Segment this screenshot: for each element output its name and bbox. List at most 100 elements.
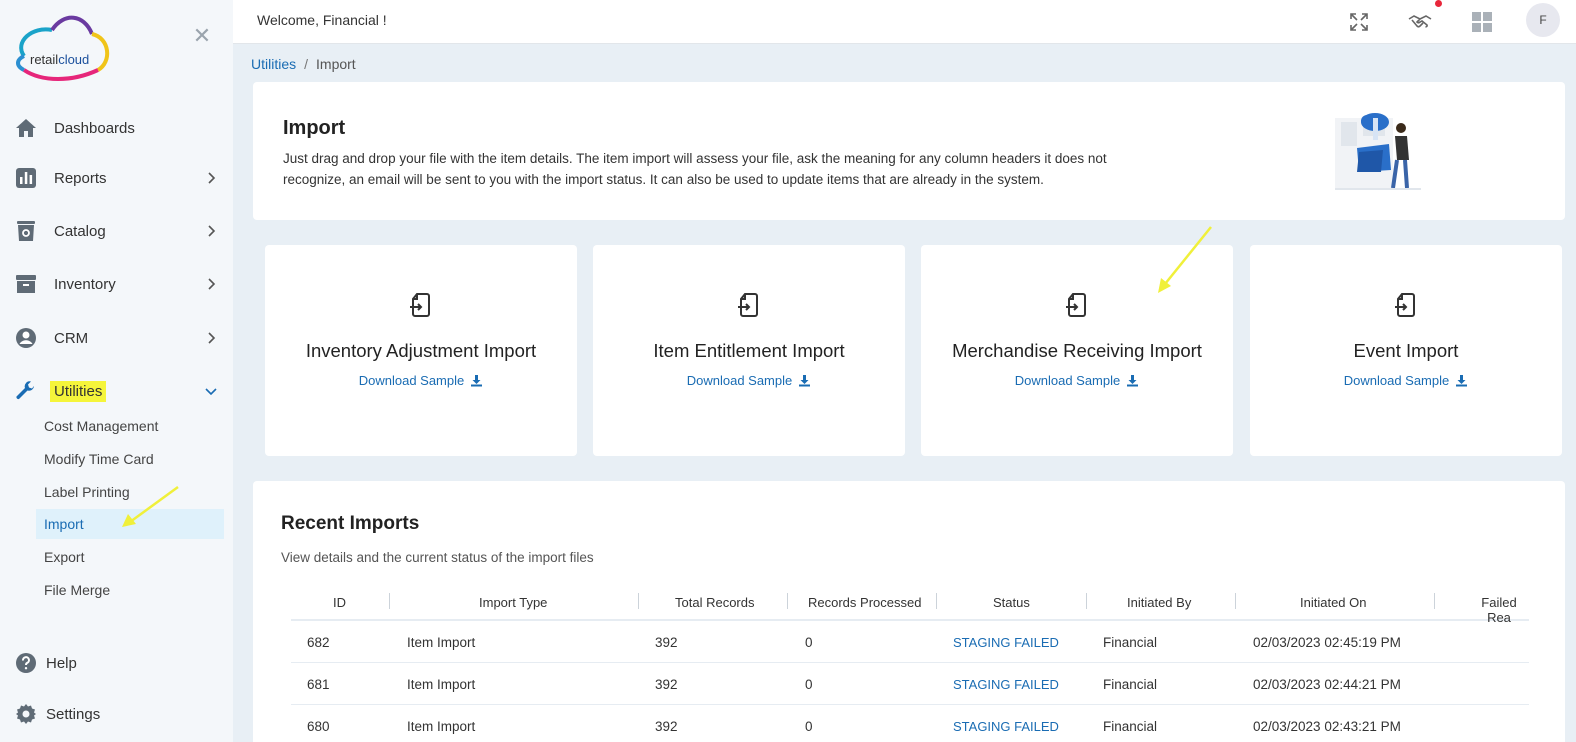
recent-imports-table: ID Import Type Total Records Records Pro… (291, 585, 1529, 742)
merchandise-receiving-import-card[interactable]: Merchandise Receiving Import Download Sa… (921, 245, 1233, 456)
cell-import-type: Item Import (407, 677, 476, 692)
download-sample-link[interactable]: Download Sample (1250, 373, 1562, 388)
sidebar-subitem-modify-time-card[interactable]: Modify Time Card (36, 444, 224, 474)
column-divider (1235, 593, 1236, 609)
cell-id: 681 (307, 677, 330, 692)
import-card-title: Event Import (1353, 340, 1459, 361)
sidebar-item-catalog[interactable]: Catalog (0, 211, 233, 251)
import-card-title: Inventory Adjustment Import (305, 340, 537, 361)
download-icon (799, 375, 811, 387)
chevron-right-icon (208, 278, 216, 290)
cell-records-processed: 0 (805, 635, 813, 650)
sidebar-subitem-import[interactable]: Import (36, 509, 224, 539)
sidebar-subitem-cost-management[interactable]: Cost Management (36, 411, 224, 441)
download-sample-link[interactable]: Download Sample (593, 373, 905, 388)
sidebar-subitem-label-printing[interactable]: Label Printing (36, 477, 224, 507)
welcome-text: Welcome, Financial ! (257, 12, 387, 28)
sidebar-item-settings[interactable]: Settings (0, 694, 233, 734)
download-icon (1127, 375, 1139, 387)
cell-records-processed: 0 (805, 719, 813, 734)
cell-initiated-by: Financial (1103, 719, 1158, 734)
notification-dot (1435, 0, 1442, 7)
help-icon (16, 653, 36, 673)
import-card-title: Merchandise Receiving Import (952, 340, 1202, 361)
column-divider (1434, 593, 1435, 609)
recent-imports-subtitle: View details and the current status of t… (281, 550, 594, 565)
import-card-title: Item Entitlement Import (653, 340, 845, 361)
cell-import-type: Item Import (407, 719, 476, 734)
file-import-icon (738, 293, 758, 317)
sidebar-item-label: Settings (46, 705, 101, 723)
sidebar-item-label: Catalog (54, 222, 106, 240)
column-header-status[interactable]: Status (993, 595, 1030, 610)
download-sample-link[interactable]: Download Sample (921, 373, 1233, 388)
sidebar-item-inventory[interactable]: Inventory (0, 264, 233, 304)
sidebar-item-help[interactable]: Help (0, 643, 233, 683)
page-description: Just drag and drop your file with the it… (283, 151, 1107, 187)
column-divider (1086, 593, 1087, 609)
user-avatar[interactable]: F (1526, 3, 1560, 37)
cell-id: 680 (307, 719, 330, 734)
sidebar-item-dashboards[interactable]: Dashboards (0, 108, 233, 148)
sidebar-item-reports[interactable]: Reports (0, 158, 233, 198)
catalog-icon (17, 221, 35, 241)
cell-initiated-on: 02/03/2023 02:44:21 PM (1253, 677, 1401, 692)
cell-status-link[interactable]: STAGING FAILED (953, 677, 1059, 692)
column-header-records-processed[interactable]: Records Processed (808, 595, 921, 610)
column-divider (936, 593, 937, 609)
item-entitlement-import-card[interactable]: Item Entitlement Import Download Sample (593, 245, 905, 456)
cell-total-records: 392 (655, 677, 678, 692)
column-header-initiated-on[interactable]: Initiated On (1300, 595, 1367, 610)
close-sidebar-icon[interactable]: ✕ (192, 25, 212, 47)
sidebar-item-label: Reports (54, 169, 107, 187)
sidebar-item-utilities[interactable]: Utilities (0, 371, 233, 411)
gear-icon (16, 704, 36, 724)
table-row[interactable]: 681 Item Import 392 0 STAGING FAILED Fin… (291, 663, 1529, 705)
retailcloud-logo[interactable]: retailcloud (12, 12, 114, 84)
file-import-icon (1066, 293, 1086, 317)
download-icon (471, 375, 483, 387)
table-row[interactable]: 680 Item Import 392 0 STAGING FAILED Fin… (291, 705, 1529, 742)
download-sample-link[interactable]: Download Sample (265, 373, 577, 388)
column-header-total-records[interactable]: Total Records (675, 595, 754, 610)
home-icon (16, 119, 36, 137)
sidebar-item-label: Dashboards (54, 119, 135, 137)
column-divider (638, 593, 639, 609)
fullscreen-icon[interactable] (1347, 10, 1371, 34)
cell-status-link[interactable]: STAGING FAILED (953, 719, 1059, 734)
event-import-card[interactable]: Event Import Download Sample (1250, 245, 1562, 456)
sidebar: retailcloud ✕ Dashboards Reports Catalog… (0, 0, 233, 742)
breadcrumb-utilities-link[interactable]: Utilities (251, 56, 296, 72)
cell-id: 682 (307, 635, 330, 650)
cell-initiated-on: 02/03/2023 02:45:19 PM (1253, 635, 1401, 650)
cell-initiated-by: Financial (1103, 677, 1158, 692)
sidebar-item-label: CRM (54, 329, 89, 347)
apps-grid-icon[interactable] (1470, 10, 1494, 34)
table-row[interactable]: 682 Item Import 392 0 STAGING FAILED Fin… (291, 621, 1529, 663)
handshake-icon[interactable] (1408, 10, 1432, 34)
column-header-id[interactable]: ID (333, 595, 346, 610)
chevron-right-icon (208, 332, 216, 344)
sidebar-item-crm[interactable]: CRM (0, 318, 233, 358)
app-root: retailcloud ✕ Dashboards Reports Catalog… (0, 0, 1576, 742)
bar-chart-icon (16, 168, 36, 188)
column-header-initiated-by[interactable]: Initiated By (1127, 595, 1191, 610)
sidebar-subitem-export[interactable]: Export (36, 542, 224, 572)
sidebar-subitem-file-merge[interactable]: File Merge (36, 575, 224, 605)
file-import-icon (410, 293, 430, 317)
chevron-right-icon (208, 225, 216, 237)
cell-records-processed: 0 (805, 677, 813, 692)
cell-initiated-on: 02/03/2023 02:43:21 PM (1253, 719, 1401, 734)
logo-text: retailcloud (30, 52, 90, 67)
breadcrumb-current: Import (316, 56, 356, 72)
cell-status-link[interactable]: STAGING FAILED (953, 635, 1059, 650)
topbar: Welcome, Financial ! F (233, 0, 1576, 44)
cell-total-records: 392 (655, 719, 678, 734)
inventory-adjustment-import-card[interactable]: Inventory Adjustment Import Download Sam… (265, 245, 577, 456)
cell-initiated-by: Financial (1103, 635, 1158, 650)
user-circle-icon (16, 328, 36, 348)
file-import-icon (1395, 293, 1415, 317)
column-divider (389, 593, 390, 609)
archive-icon (16, 275, 36, 293)
column-header-import-type[interactable]: Import Type (479, 595, 547, 610)
